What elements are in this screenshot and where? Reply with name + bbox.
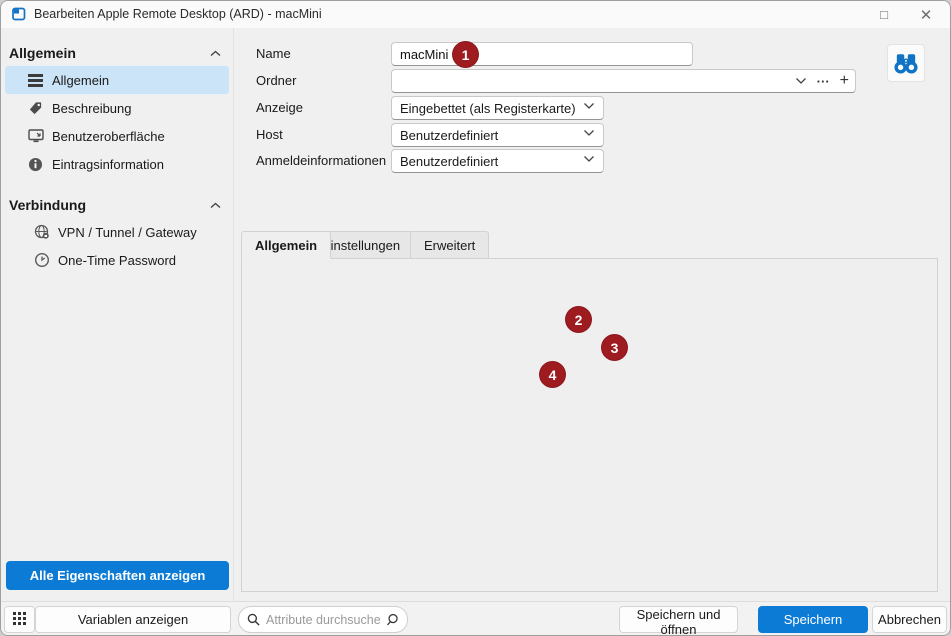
close-button[interactable]: ✕ (906, 1, 946, 28)
connection-type-badge (887, 44, 925, 82)
title-bar: Bearbeiten Apple Remote Desktop (ARD) - … (1, 1, 950, 28)
step-badge-1: 1 (453, 42, 478, 67)
attribute-search-input[interactable] (266, 613, 380, 627)
folder-dropdown-chevron-icon[interactable] (795, 77, 807, 85)
list-icon (27, 72, 44, 89)
globe-lock-icon (33, 224, 50, 241)
credentials-mode-label: Anmeldeinformationen (256, 153, 386, 168)
sidebar-item-label: Eintragsinformation (52, 157, 164, 172)
tab-allgemein[interactable]: Allgemein (241, 231, 331, 259)
info-icon (27, 156, 44, 173)
attribute-search (238, 606, 408, 633)
name-label: Name (256, 46, 291, 61)
tab-panel-allgemein (241, 258, 938, 592)
sidebar-item-benutzeroberflaeche[interactable]: Benutzeroberfläche (5, 122, 229, 150)
close-icon: ✕ (920, 6, 933, 24)
section-label: Allgemein (9, 45, 76, 61)
step-badge-4: 4 (540, 362, 565, 387)
sidebar-item-label: VPN / Tunnel / Gateway (58, 225, 197, 240)
sidebar-item-label: Benutzeroberfläche (52, 129, 165, 144)
chevron-down-icon (583, 129, 595, 141)
grid-icon (13, 612, 26, 625)
sidebar: Allgemein Allgemein Beschreibung Benutze… (1, 28, 234, 601)
tab-label: Allgemein (255, 238, 317, 253)
folder-combo: ··· + (391, 69, 856, 93)
search-icon (247, 613, 260, 626)
tab-erweitert[interactable]: Erweitert (410, 231, 489, 259)
sidebar-item-vpn-tunnel-gateway[interactable]: VPN / Tunnel / Gateway (5, 218, 229, 246)
sidebar-item-label: Beschreibung (52, 101, 132, 116)
display-label: Anzeige (256, 100, 303, 115)
tab-label: Einstellungen (322, 238, 400, 253)
display-value: Eingebettet (als Registerkarte) (400, 101, 583, 116)
search-submit-icon[interactable] (386, 613, 399, 626)
maximize-icon: □ (880, 7, 888, 22)
binoculars-icon (892, 49, 920, 77)
sidebar-item-label: Allgemein (52, 73, 109, 88)
tag-icon (27, 100, 44, 117)
edit-connection-dialog: Bearbeiten Apple Remote Desktop (ARD) - … (0, 0, 951, 636)
chevron-up-icon (210, 50, 221, 57)
sidebar-section-verbindung[interactable]: Verbindung (1, 192, 233, 218)
chevron-down-icon (583, 155, 595, 167)
save-and-open-button[interactable]: Speichern und öffnen (619, 606, 738, 633)
show-variables-button[interactable]: Variablen anzeigen (35, 606, 231, 633)
credentials-mode-select[interactable]: Benutzerdefiniert (391, 149, 604, 173)
display-select[interactable]: Eingebettet (als Registerkarte) (391, 96, 604, 120)
sidebar-item-beschreibung[interactable]: Beschreibung (5, 94, 229, 122)
sidebar-item-one-time-password[interactable]: One-Time Password (5, 246, 229, 274)
step-badge-3: 3 (602, 335, 627, 360)
clock-icon (33, 252, 50, 269)
sidebar-item-label: One-Time Password (58, 253, 176, 268)
name-input[interactable] (392, 43, 692, 65)
variables-grid-button[interactable] (4, 606, 35, 633)
chevron-up-icon (210, 202, 221, 209)
sidebar-item-allgemein[interactable]: Allgemein (5, 66, 229, 94)
credentials-mode-value: Benutzerdefiniert (400, 154, 583, 169)
name-field-wrap (391, 42, 693, 66)
maximize-button[interactable]: □ (864, 1, 904, 28)
window-title: Bearbeiten Apple Remote Desktop (ARD) - … (34, 7, 322, 21)
host-mode-label: Host (256, 127, 283, 142)
folder-add-icon[interactable]: + (840, 72, 849, 90)
host-mode-select[interactable]: Benutzerdefiniert (391, 123, 604, 147)
monitor-icon (27, 128, 44, 145)
window-icon (11, 6, 27, 22)
show-all-properties-button[interactable]: Alle Eigenschaften anzeigen (6, 561, 229, 590)
save-button[interactable]: Speichern (758, 606, 868, 633)
cancel-button[interactable]: Abbrechen (872, 606, 947, 633)
step-badge-2: 2 (566, 307, 591, 332)
footer-bar: Variablen anzeigen Speichern und öffnen … (1, 601, 951, 636)
chevron-down-icon (583, 102, 595, 114)
section-label: Verbindung (9, 197, 86, 213)
folder-browse-icon[interactable]: ··· (817, 74, 830, 89)
host-mode-value: Benutzerdefiniert (400, 128, 583, 143)
sidebar-section-allgemein[interactable]: Allgemein (1, 40, 233, 66)
sidebar-item-eintragsinformation[interactable]: Eintragsinformation (5, 150, 229, 178)
folder-label: Ordner (256, 73, 296, 88)
folder-input[interactable] (392, 70, 855, 92)
tab-label: Erweitert (424, 238, 475, 253)
